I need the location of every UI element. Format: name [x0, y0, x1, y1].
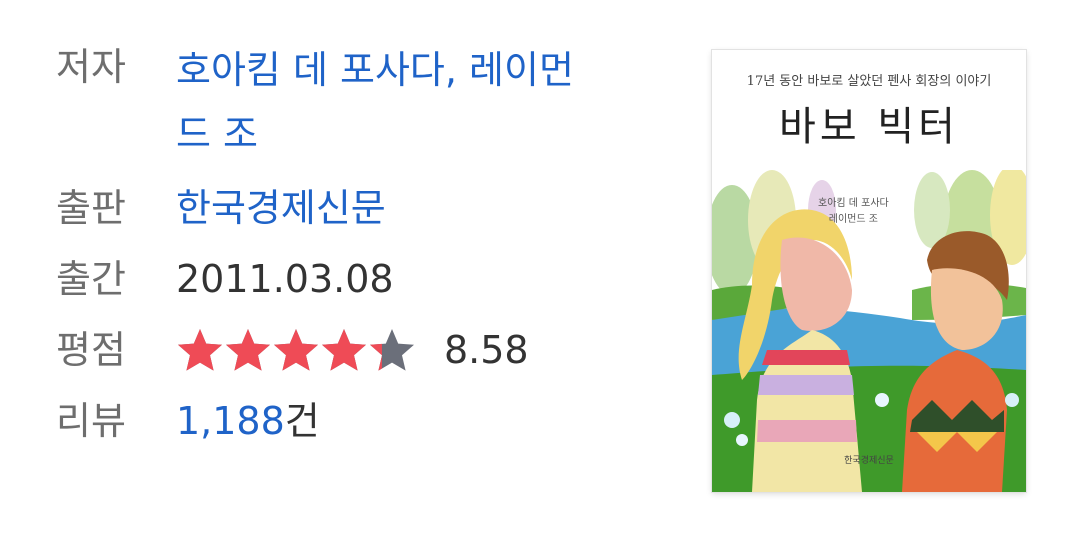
author-label: 저자	[56, 45, 126, 89]
reviews-value: 1,188건	[176, 392, 320, 450]
author-line-1: 호아킴 데 포사다, 레이먼	[176, 48, 574, 92]
star-icon	[370, 329, 414, 371]
rating-row: 평점 8.58	[56, 321, 676, 379]
cover-subtitle: 17년 동안 바보로 살았던 펜사 회장의 이야기	[746, 74, 992, 89]
star-icon	[322, 329, 366, 371]
author-link[interactable]: 호아킴 데 포사다, 레이먼 드 조	[176, 48, 574, 156]
reviews-row: 리뷰 1,188건	[56, 392, 676, 450]
reviews-count-link[interactable]: 1,188	[176, 399, 285, 443]
published-date-label: 출간	[56, 257, 126, 301]
author-row: 저자 호아킴 데 포사다, 레이먼 드 조	[56, 38, 676, 166]
star-rating	[176, 327, 416, 373]
publisher-value: 한국경제신문	[176, 179, 386, 237]
publisher-label: 출판	[56, 186, 126, 230]
book-cover[interactable]: 17년 동안 바보로 살았던 펜사 회장의 이야기 바보 빅터 호아킴 데 포사…	[712, 50, 1026, 492]
published-date-value: 2011.03.08	[176, 257, 394, 301]
rating-label: 평점	[56, 328, 126, 372]
cover-author-1: 호아킴 데 포사다	[818, 198, 889, 209]
cover-authors: 호아킴 데 포사다 레이먼드 조	[818, 196, 889, 228]
star-icon	[178, 329, 222, 371]
cover-publisher: 한국경제신문	[844, 456, 894, 466]
author-value: 호아킴 데 포사다, 레이먼 드 조	[176, 38, 574, 166]
star-icon	[226, 329, 270, 371]
book-info: 저자 호아킴 데 포사다, 레이먼 드 조 출판 한국경제신문 출간 2011.…	[56, 38, 676, 463]
rating: 8.58	[176, 321, 529, 379]
reviews-label: 리뷰	[56, 399, 126, 443]
rating-score: 8.58	[444, 328, 529, 372]
cover-title: 바보 빅터	[779, 104, 959, 150]
publisher-row: 출판 한국경제신문	[56, 179, 676, 237]
author-line-2: 드 조	[176, 112, 258, 156]
reviews-suffix: 건	[284, 399, 320, 443]
star-icon	[274, 329, 318, 371]
published-date-row: 출간 2011.03.08	[56, 250, 676, 308]
publisher-link[interactable]: 한국경제신문	[176, 186, 386, 230]
cover-author-2: 레이먼드 조	[828, 214, 878, 225]
